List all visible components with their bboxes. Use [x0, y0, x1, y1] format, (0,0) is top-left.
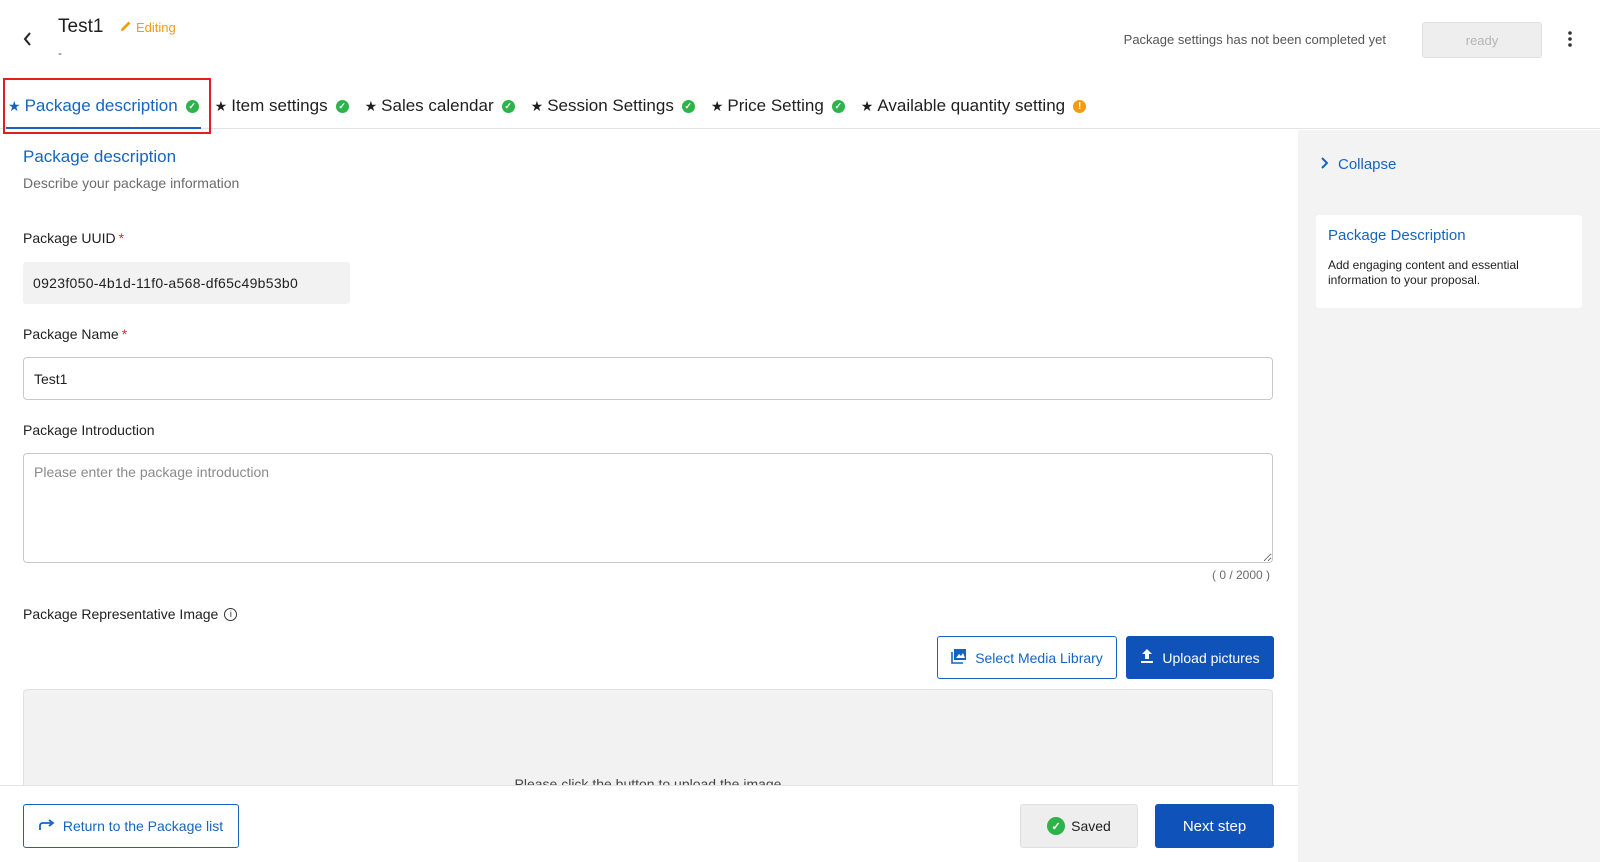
next-step-button[interactable]: Next step [1155, 804, 1274, 848]
tab-item-settings[interactable]: ★ Item settings ✓ [207, 84, 357, 128]
required-marker: * [118, 230, 125, 246]
page-header: Test1 Editing - Package settings has not… [0, 0, 1600, 80]
warning-circle-icon: ! [1073, 99, 1087, 113]
image-label: Package Representative Image i [23, 606, 238, 622]
image-dropzone[interactable]: Please click the button to upload the im… [23, 689, 1273, 785]
upload-pictures-label: Upload pictures [1162, 649, 1260, 666]
editing-label: Editing [136, 20, 176, 35]
tab-available-quantity-setting[interactable]: ★ Available quantity setting ! [853, 84, 1094, 128]
tab-label: Package description [24, 96, 178, 115]
section-subtitle: Describe your package information [23, 175, 240, 191]
tab-label: Session Settings [547, 96, 674, 115]
collapse-toggle[interactable]: Collapse [1320, 156, 1396, 173]
collapse-label: Collapse [1338, 156, 1397, 173]
tab-label: Item settings [231, 96, 328, 115]
section-title: Package description [23, 147, 177, 166]
help-card-body: Add engaging content and essential infor… [1328, 258, 1519, 287]
info-icon[interactable]: i [224, 607, 238, 621]
image-label-text: Package Representative Image [23, 606, 219, 622]
check-circle-icon: ✓ [831, 99, 845, 113]
help-side-panel: Collapse Package Description Add engagin… [1298, 130, 1600, 862]
star-icon: ★ [710, 97, 724, 114]
check-circle-icon: ✓ [681, 99, 695, 113]
star-icon: ★ [860, 97, 874, 114]
dropzone-text: Please click the button to upload the im… [514, 776, 782, 785]
saved-status-button[interactable]: ✓ Saved [1020, 804, 1138, 848]
character-counter: ( 0 / 2000 ) [1212, 568, 1271, 582]
star-icon: ★ [364, 97, 378, 114]
tab-price-setting[interactable]: ★ Price Setting ✓ [703, 84, 853, 128]
check-circle-icon: ✓ [501, 99, 515, 113]
settings-tabs: ★ Package description ✓ ★ Item settings … [0, 84, 1600, 129]
uuid-label: Package UUID * [23, 230, 124, 246]
check-circle-icon: ✓ [335, 99, 349, 113]
package-introduction-textarea[interactable] [23, 453, 1273, 563]
uuid-field: 0923f050-4b1d-11f0-a568-df65c49b53b0 [23, 262, 350, 304]
ready-button[interactable]: ready [1422, 22, 1542, 58]
check-circle-icon: ✓ [185, 99, 199, 113]
package-description-form: Package description Describe your packag… [0, 130, 1298, 785]
page-subtitle: - [58, 46, 62, 60]
tab-label: Available quantity setting [877, 96, 1066, 115]
select-media-library-label: Select Media Library [975, 649, 1103, 666]
return-to-package-list-button[interactable]: Return to the Package list [23, 804, 239, 848]
chevron-right-icon [1320, 156, 1329, 173]
select-media-library-button[interactable]: Select Media Library [937, 636, 1117, 679]
name-label-text: Package Name [23, 326, 119, 342]
intro-label: Package Introduction [23, 422, 155, 438]
tab-session-settings[interactable]: ★ Session Settings ✓ [523, 84, 703, 128]
help-card-title: Package Description [1328, 227, 1466, 244]
saved-label: Saved [1071, 818, 1111, 834]
tab-label: Price Setting [727, 96, 824, 115]
star-icon: ★ [214, 97, 228, 114]
image-gallery-icon [951, 648, 967, 667]
check-circle-icon: ✓ [1047, 817, 1066, 835]
completion-status-text: Package settings has not been completed … [1123, 32, 1386, 47]
uuid-label-text: Package UUID [23, 230, 116, 246]
tab-package-description[interactable]: ★ Package description ✓ [0, 84, 207, 129]
package-name-input[interactable] [23, 357, 1273, 400]
star-icon: ★ [8, 97, 21, 114]
upload-pictures-button[interactable]: Upload pictures [1126, 636, 1274, 679]
more-vertical-icon[interactable] [1560, 26, 1580, 52]
tab-sales-calendar[interactable]: ★ Sales calendar ✓ [357, 84, 523, 128]
star-icon: ★ [530, 97, 544, 114]
page-title: Test1 [58, 16, 104, 37]
editing-status: Editing [120, 20, 176, 35]
return-label: Return to the Package list [62, 818, 224, 834]
form-footer: Return to the Package list ✓ Saved Next … [0, 785, 1298, 862]
name-label: Package Name * [23, 326, 127, 342]
help-card: Package Description Add engaging content… [1316, 215, 1582, 308]
upload-icon [1140, 648, 1154, 667]
pencil-icon [120, 20, 132, 35]
chevron-left-icon[interactable] [18, 28, 38, 50]
forward-arrow-icon [38, 818, 55, 834]
tab-label: Sales calendar [381, 96, 494, 115]
required-marker: * [121, 326, 128, 342]
